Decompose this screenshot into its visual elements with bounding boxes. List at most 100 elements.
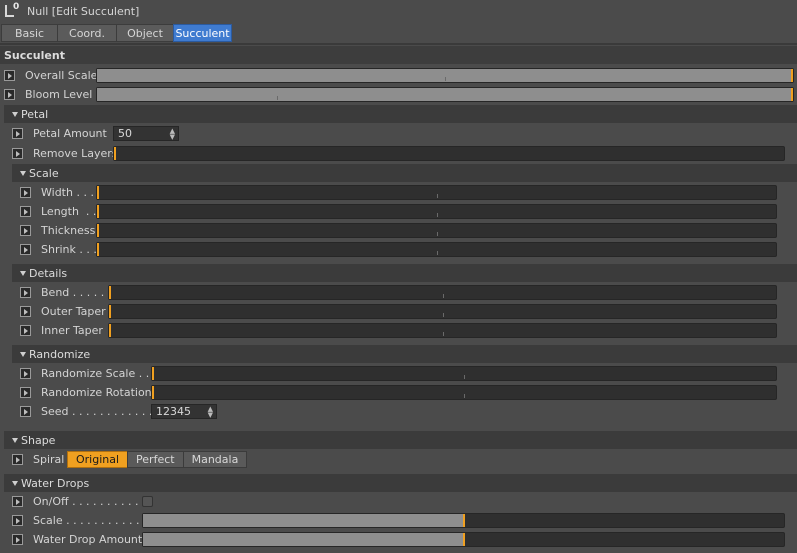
- slider-mid-tick: [464, 375, 465, 379]
- slider-mid-tick: [443, 332, 444, 336]
- inner-taper-slider[interactable]: [108, 323, 777, 338]
- section-water-drops-header[interactable]: Water Drops: [4, 474, 797, 492]
- inner-taper-row: Inner Taper: [20, 321, 780, 340]
- keyframe-toggle-icon[interactable]: [20, 368, 31, 379]
- collapse-triangle-icon[interactable]: [20, 270, 26, 276]
- slider-fill: [97, 88, 791, 101]
- slider-handle[interactable]: [152, 386, 154, 399]
- tab-coord[interactable]: Coord.: [57, 24, 117, 42]
- slider-handle[interactable]: [97, 186, 99, 199]
- collapse-triangle-icon[interactable]: [20, 170, 26, 176]
- slider-mid-tick: [445, 77, 446, 81]
- keyframe-toggle-icon[interactable]: [12, 515, 23, 526]
- remove-layers-row: Remove Layers: [12, 144, 792, 163]
- section-petal-header[interactable]: Petal: [4, 105, 797, 123]
- slider-mid-tick: [437, 213, 438, 217]
- spiral-option-perfect[interactable]: Perfect: [127, 451, 184, 468]
- water-scale-slider[interactable]: [142, 513, 785, 528]
- collapse-triangle-icon[interactable]: [12, 111, 18, 117]
- shrink-row: Shrink . . .: [20, 240, 780, 259]
- slider-handle[interactable]: [109, 305, 111, 318]
- tab-succulent[interactable]: Succulent: [173, 24, 232, 42]
- stepper-arrows-icon[interactable]: ▲ ▼: [208, 406, 213, 419]
- overall-scale-row: Overall Scale: [4, 66, 794, 85]
- slider-handle[interactable]: [97, 224, 99, 237]
- keyframe-toggle-icon[interactable]: [20, 225, 31, 236]
- section-randomize-header[interactable]: Randomize: [12, 345, 797, 363]
- keyframe-toggle-icon[interactable]: [12, 148, 23, 159]
- collapse-triangle-icon[interactable]: [12, 480, 18, 486]
- petal-amount-row: Petal Amount 50 ▲ ▼: [12, 124, 792, 143]
- tab-basic[interactable]: Basic: [1, 24, 58, 42]
- spiral-option-mandala[interactable]: Mandala: [182, 451, 248, 468]
- water-drop-amount-slider[interactable]: [142, 532, 785, 547]
- keyframe-toggle-icon[interactable]: [12, 454, 23, 465]
- title-bar: 0 Null [Edit Succulent]: [0, 0, 797, 22]
- keyframe-toggle-icon[interactable]: [4, 70, 15, 81]
- stepper-arrows-icon[interactable]: ▲ ▼: [170, 128, 175, 141]
- slider-fill: [143, 514, 463, 527]
- keyframe-toggle-icon[interactable]: [12, 128, 23, 139]
- spiral-option-original[interactable]: Original: [67, 451, 129, 468]
- water-scale-row: Scale . . . . . . . . . . . . .: [12, 511, 792, 530]
- keyframe-toggle-icon[interactable]: [12, 534, 23, 545]
- remove-layers-slider[interactable]: [113, 146, 785, 161]
- slider-handle[interactable]: [463, 514, 465, 527]
- slider-handle[interactable]: [97, 205, 99, 218]
- collapse-triangle-icon[interactable]: [20, 351, 26, 357]
- outer-taper-slider[interactable]: [108, 304, 777, 319]
- randomize-scale-row: Randomize Scale . . .: [20, 364, 780, 383]
- keyframe-toggle-icon[interactable]: [20, 387, 31, 398]
- randomize-scale-label: Randomize Scale . . .: [41, 367, 157, 380]
- section-details-header[interactable]: Details: [12, 264, 797, 282]
- slider-mid-tick: [277, 96, 278, 100]
- bend-label: Bend . . . . . .: [41, 286, 112, 299]
- slider-mid-tick: [437, 251, 438, 255]
- width-row: Width . . .: [20, 183, 780, 202]
- slider-handle[interactable]: [152, 367, 154, 380]
- length-slider[interactable]: [96, 204, 777, 219]
- slider-handle[interactable]: [97, 243, 99, 256]
- bend-slider[interactable]: [108, 285, 777, 300]
- section-succulent-header: Succulent: [0, 46, 797, 64]
- keyframe-toggle-icon[interactable]: [20, 406, 31, 417]
- section-water-drops-title: Water Drops: [21, 476, 90, 490]
- keyframe-toggle-icon[interactable]: [12, 496, 23, 507]
- randomize-rotation-slider[interactable]: [151, 385, 777, 400]
- slider-handle[interactable]: [114, 147, 116, 160]
- section-scale-header[interactable]: Scale: [12, 164, 797, 182]
- width-slider[interactable]: [96, 185, 777, 200]
- keyframe-toggle-icon[interactable]: [4, 89, 15, 100]
- keyframe-toggle-icon[interactable]: [20, 244, 31, 255]
- slider-mid-tick: [464, 394, 465, 398]
- slider-handle[interactable]: [791, 88, 793, 101]
- slider-handle[interactable]: [463, 533, 465, 546]
- tab-divider: [0, 43, 797, 45]
- tab-object[interactable]: Object: [116, 24, 174, 42]
- keyframe-toggle-icon[interactable]: [20, 287, 31, 298]
- spiral-row: Spiral Original Perfect Mandala: [12, 450, 792, 469]
- on-off-checkbox[interactable]: [142, 496, 153, 507]
- section-shape-header[interactable]: Shape: [4, 431, 797, 449]
- keyframe-toggle-icon[interactable]: [20, 325, 31, 336]
- shrink-slider[interactable]: [96, 242, 777, 257]
- collapse-triangle-icon[interactable]: [12, 437, 18, 443]
- slider-handle[interactable]: [109, 286, 111, 299]
- petal-amount-field[interactable]: 50 ▲ ▼: [113, 126, 179, 141]
- thickness-slider[interactable]: [96, 223, 777, 238]
- keyframe-toggle-icon[interactable]: [20, 206, 31, 217]
- keyframe-toggle-icon[interactable]: [20, 306, 31, 317]
- outer-taper-row: Outer Taper: [20, 302, 780, 321]
- slider-mid-tick: [437, 194, 438, 198]
- shrink-label: Shrink . . .: [41, 243, 97, 256]
- overall-scale-slider[interactable]: [96, 68, 794, 83]
- randomize-rotation-row: Randomize Rotation: [20, 383, 780, 402]
- keyframe-toggle-icon[interactable]: [20, 187, 31, 198]
- spiral-segmented-control: Original Perfect Mandala: [67, 451, 248, 468]
- seed-field[interactable]: 12345 ▲ ▼: [151, 404, 217, 419]
- section-details-title: Details: [29, 266, 68, 280]
- slider-handle[interactable]: [109, 324, 111, 337]
- slider-handle[interactable]: [791, 69, 793, 82]
- bloom-level-slider[interactable]: [96, 87, 794, 102]
- randomize-scale-slider[interactable]: [151, 366, 777, 381]
